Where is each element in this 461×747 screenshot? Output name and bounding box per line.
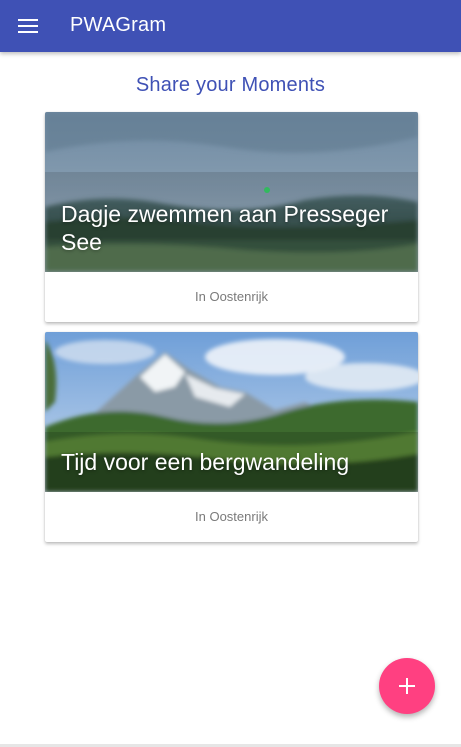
page-heading: Share your Moments xyxy=(135,74,326,96)
add-post-button[interactable] xyxy=(379,658,435,714)
post-card[interactable]: Tijd voor een bergwandeling In Oostenrij… xyxy=(45,332,418,542)
card-image-lake: Dagje zwemmen aan Presseger See xyxy=(45,112,418,272)
card-title: Dagje zwemmen aan Presseger See xyxy=(61,201,389,255)
card-location: In Oostenrijk xyxy=(195,289,268,304)
menu-icon xyxy=(18,19,38,33)
post-card[interactable]: Dagje zwemmen aan Presseger See In Ooste… xyxy=(45,112,418,322)
menu-button[interactable] xyxy=(8,6,48,46)
card-location: In Oostenrijk xyxy=(195,509,268,524)
plus-icon xyxy=(399,678,415,694)
card-image-mountain: Tijd voor een bergwandeling xyxy=(45,332,418,492)
card-title: Tijd voor een bergwandeling xyxy=(61,449,350,475)
app-bar: PWAGram xyxy=(0,0,461,52)
app-title: PWAGram xyxy=(70,14,167,36)
